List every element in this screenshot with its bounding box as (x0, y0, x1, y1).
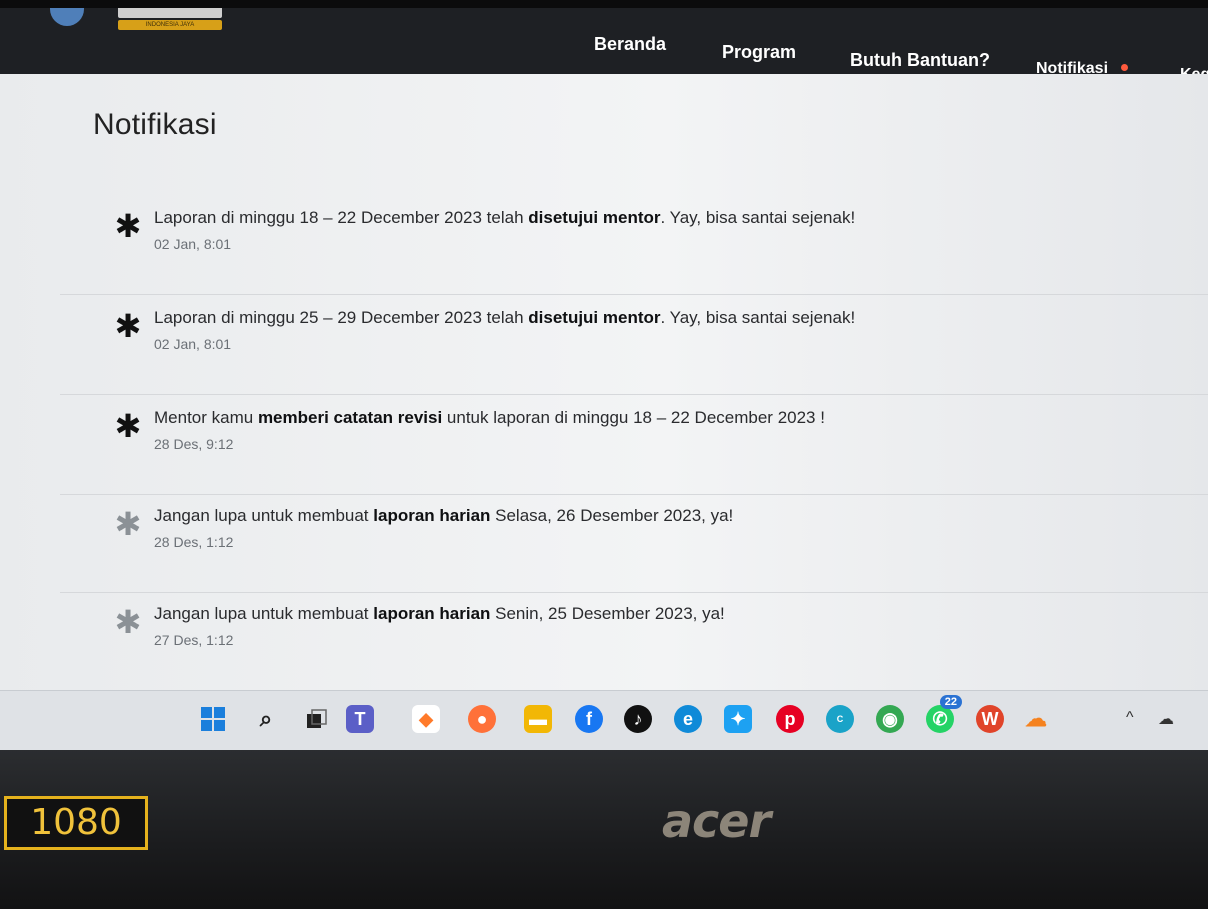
notification-item[interactable]: ✱ Jangan lupa untuk membuat laporan haria… (60, 496, 1208, 593)
notification-dot (1121, 64, 1128, 71)
asterisk-icon: ✱ (114, 308, 142, 344)
notification-item[interactable]: ✱ Laporan di minggu 25 – 29 December 2023… (60, 298, 1208, 395)
notification-text-pre: Mentor kamu (154, 408, 258, 427)
task-view-icon[interactable] (302, 705, 330, 733)
notification-text-pre: Laporan di minggu 25 – 29 December 2023 … (154, 308, 529, 327)
file-explorer-icon[interactable]: ▬ (524, 705, 552, 733)
wps-office-icon[interactable]: W (976, 705, 1004, 733)
notification-time: 02 Jan, 8:01 (154, 336, 232, 352)
nav-butuh-bantuan[interactable]: Butuh Bantuan? (850, 50, 990, 71)
chevron-up-icon[interactable]: ^ (1126, 709, 1134, 727)
notification-text: Mentor kamu memberi catatan revisi untuk… (154, 408, 825, 428)
notification-text: Laporan di minggu 25 – 29 December 2023 … (154, 308, 855, 328)
notification-text-post: Senin, 25 Desember 2023, ya! (490, 604, 725, 623)
screen: INDONESIA JAYA Beranda Program Butuh Ban… (0, 8, 1208, 750)
cloud-icon[interactable]: ☁ (1022, 705, 1050, 733)
notification-text-post: . Yay, bisa santai sejenak! (660, 308, 856, 327)
top-navigation: INDONESIA JAYA Beranda Program Butuh Ban… (0, 8, 1208, 83)
notification-text-bold: memberi catatan revisi (257, 408, 443, 427)
canva-icon[interactable]: C (826, 705, 854, 733)
laptop-bezel: 1080 acer (0, 750, 1208, 909)
resolution-sticker: 1080 (4, 796, 148, 850)
site-logo[interactable] (50, 8, 84, 26)
notification-item[interactable]: ✱ Jangan lupa untuk membuat laporan haria… (60, 594, 1208, 691)
nav-beranda[interactable]: Beranda (594, 34, 666, 55)
notification-text-pre: Jangan lupa untuk membuat (154, 506, 374, 525)
search-icon[interactable]: ⌕ (252, 705, 280, 733)
twitter-icon[interactable]: ✦ (724, 705, 752, 733)
notification-text-post: . Yay, bisa santai sejenak! (660, 208, 856, 227)
whatsapp-badge: 22 (939, 695, 962, 709)
notification-text-bold: disetujui mentor (528, 308, 661, 327)
asterisk-icon: ✱ (114, 506, 142, 542)
notification-text-pre: Laporan di minggu 18 – 22 December 2023 … (154, 208, 529, 227)
notification-item[interactable]: ✱ Mentor kamu memberi catatan revisi untu… (60, 398, 1208, 495)
facebook-icon[interactable]: f (575, 705, 603, 733)
taskbar: ⌕ T ◆ ● ▬ f ♪ e ✦ p C ◉ ✆ 22 W ☁ ^ ☁ (0, 690, 1208, 750)
notification-time: 28 Des, 1:12 (154, 534, 234, 550)
brand-subtitle: INDONESIA JAYA (118, 20, 222, 30)
brand-logo (118, 8, 222, 18)
notification-text-bold: disetujui mentor (528, 208, 661, 227)
edge-icon[interactable]: e (674, 705, 702, 733)
notification-item[interactable]: ✱ Laporan di minggu 18 – 22 December 2023… (60, 198, 1208, 295)
notification-time: 27 Des, 1:12 (154, 632, 234, 648)
notification-time: 28 Des, 9:12 (154, 436, 234, 452)
notification-text-pre: Jangan lupa untuk membuat (154, 604, 374, 623)
notification-text-bold: laporan harian (373, 604, 491, 623)
notification-text-post: Selasa, 26 Desember 2023, ya! (490, 506, 734, 525)
notification-text: Jangan lupa untuk membuat laporan harian… (154, 604, 725, 624)
asterisk-icon: ✱ (114, 208, 142, 244)
onedrive-icon[interactable]: ☁ (1158, 709, 1174, 729)
tiktok-icon[interactable]: ♪ (624, 705, 652, 733)
nav-program[interactable]: Program (722, 42, 796, 63)
notification-text: Jangan lupa untuk membuat laporan harian… (154, 506, 733, 526)
copilot-icon[interactable]: ◆ (412, 705, 440, 733)
notification-time: 02 Jan, 8:01 (154, 236, 232, 252)
notification-text-post: untuk laporan di minggu 18 – 22 December… (442, 408, 825, 427)
pinterest-icon[interactable]: p (776, 705, 804, 733)
firefox-icon[interactable]: ● (468, 705, 496, 733)
page-title: Notifikasi (93, 108, 217, 141)
whatsapp-icon[interactable]: ✆ 22 (926, 695, 962, 733)
windows-start-icon[interactable] (199, 705, 227, 733)
acer-logo: acer (662, 794, 771, 848)
asterisk-icon: ✱ (114, 408, 142, 444)
notification-text: Laporan di minggu 18 – 22 December 2023 … (154, 208, 855, 228)
chrome-icon[interactable]: ◉ (876, 705, 904, 733)
asterisk-icon: ✱ (114, 604, 142, 640)
notification-text-bold: laporan harian (373, 506, 491, 525)
teams-icon[interactable]: T (346, 705, 374, 733)
